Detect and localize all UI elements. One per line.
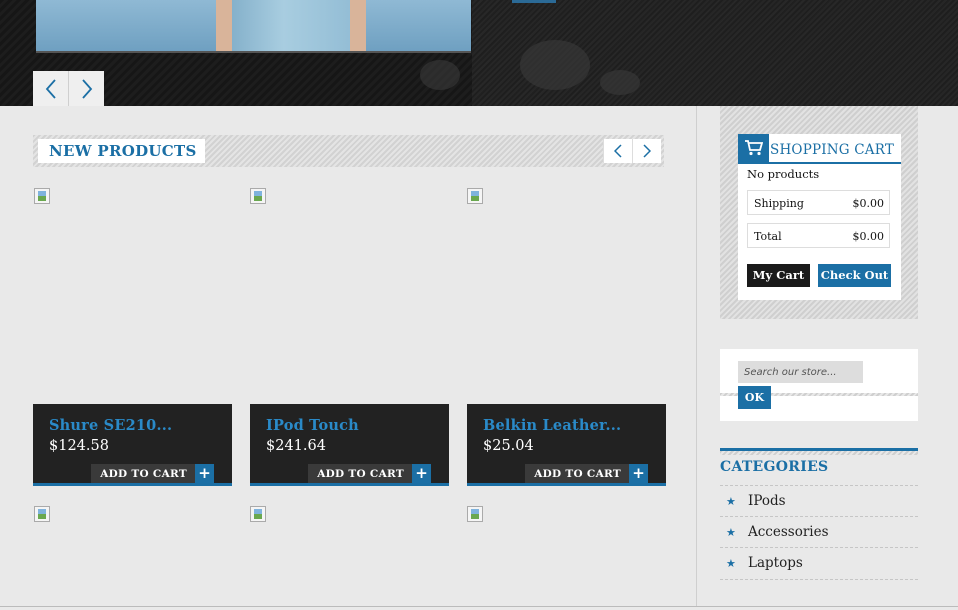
total-value: $0.00 bbox=[852, 230, 885, 243]
category-item[interactable]: ★ Laptops bbox=[720, 547, 918, 579]
star-icon: ★ bbox=[726, 495, 736, 508]
new-products-header: NEW PRODUCTS bbox=[33, 135, 664, 167]
product-image[interactable] bbox=[250, 188, 266, 204]
product-name-link[interactable]: Shure SE210... bbox=[49, 417, 172, 434]
shopping-cart-header: SHOPPING CART bbox=[738, 134, 901, 164]
product-image[interactable] bbox=[467, 506, 483, 522]
product-image[interactable] bbox=[34, 506, 50, 522]
hero-banner bbox=[0, 0, 958, 106]
ink-splat bbox=[520, 40, 590, 90]
product-image[interactable] bbox=[34, 188, 50, 204]
shopping-cart-block: SHOPPING CART No products Shipping $0.00… bbox=[720, 106, 918, 319]
shopping-cart-panel: SHOPPING CART No products Shipping $0.00… bbox=[738, 134, 901, 300]
add-to-cart-label: ADD TO CART bbox=[308, 464, 412, 483]
chevron-right-icon bbox=[81, 78, 92, 99]
new-products-nav bbox=[603, 139, 661, 163]
new-products-next-button[interactable] bbox=[632, 139, 661, 163]
cart-shipping-row: Shipping $0.00 bbox=[747, 190, 890, 215]
plus-icon: + bbox=[629, 464, 648, 483]
chevron-left-icon bbox=[45, 78, 56, 99]
star-icon: ★ bbox=[726, 526, 736, 539]
search-block: OK bbox=[720, 349, 918, 421]
category-item[interactable]: ★ IPods bbox=[720, 485, 918, 517]
product-card: Shure SE210... $124.58 ADD TO CART + bbox=[33, 404, 232, 486]
search-input[interactable] bbox=[738, 361, 863, 383]
banner-person-arm bbox=[216, 0, 232, 51]
shipping-label: Shipping bbox=[754, 197, 804, 210]
product-price: $124.58 bbox=[49, 438, 109, 454]
footer-divider bbox=[0, 606, 958, 607]
cart-icon bbox=[738, 134, 769, 162]
category-label: Laptops bbox=[748, 555, 803, 571]
add-to-cart-label: ADD TO CART bbox=[525, 464, 629, 483]
chevron-left-icon bbox=[614, 144, 622, 158]
total-label: Total bbox=[754, 230, 782, 243]
add-to-cart-label: ADD TO CART bbox=[91, 464, 195, 483]
ink-splat bbox=[420, 60, 460, 90]
category-label: Accessories bbox=[748, 524, 829, 540]
column-divider bbox=[696, 106, 697, 606]
cart-total-row: Total $0.00 bbox=[747, 223, 890, 248]
ink-splat bbox=[600, 70, 640, 95]
product-card: Belkin Leather... $25.04 ADD TO CART + bbox=[467, 404, 666, 486]
banner-image bbox=[36, 0, 471, 53]
plus-icon: + bbox=[195, 464, 214, 483]
categories-title: CATEGORIES bbox=[720, 459, 829, 475]
banner-person-arm bbox=[350, 0, 366, 51]
shopping-cart-title: SHOPPING CART bbox=[770, 142, 895, 158]
plus-icon: + bbox=[412, 464, 431, 483]
product-card: IPod Touch $241.64 ADD TO CART + bbox=[250, 404, 449, 486]
product-price: $25.04 bbox=[483, 438, 534, 454]
check-out-button[interactable]: Check Out bbox=[818, 264, 891, 287]
slider-nav bbox=[33, 71, 104, 106]
product-image[interactable] bbox=[250, 506, 266, 522]
categories-texture bbox=[720, 451, 918, 455]
my-cart-button[interactable]: My Cart bbox=[747, 264, 810, 287]
search-submit-button[interactable]: OK bbox=[738, 386, 771, 409]
add-to-cart-button[interactable]: ADD TO CART + bbox=[525, 464, 648, 483]
cart-icon-graphic bbox=[744, 140, 763, 156]
chevron-right-icon bbox=[643, 144, 651, 158]
cart-status-text: No products bbox=[747, 167, 820, 181]
add-to-cart-button[interactable]: ADD TO CART + bbox=[91, 464, 214, 483]
category-item[interactable]: ★ Accessories bbox=[720, 516, 918, 548]
product-price: $241.64 bbox=[266, 438, 326, 454]
product-name-link[interactable]: IPod Touch bbox=[266, 417, 359, 434]
product-name-link[interactable]: Belkin Leather... bbox=[483, 417, 621, 434]
shipping-value: $0.00 bbox=[852, 197, 885, 210]
new-products-title: NEW PRODUCTS bbox=[38, 139, 205, 163]
category-label: IPods bbox=[748, 493, 786, 509]
categories-bottom-divider bbox=[720, 579, 918, 580]
banner-accent bbox=[512, 0, 556, 3]
banner-person bbox=[216, 0, 366, 51]
new-products-prev-button[interactable] bbox=[603, 139, 632, 163]
product-image[interactable] bbox=[467, 188, 483, 204]
slider-prev-button[interactable] bbox=[33, 71, 69, 106]
star-icon: ★ bbox=[726, 557, 736, 570]
add-to-cart-button[interactable]: ADD TO CART + bbox=[308, 464, 431, 483]
slider-next-button[interactable] bbox=[69, 71, 104, 106]
